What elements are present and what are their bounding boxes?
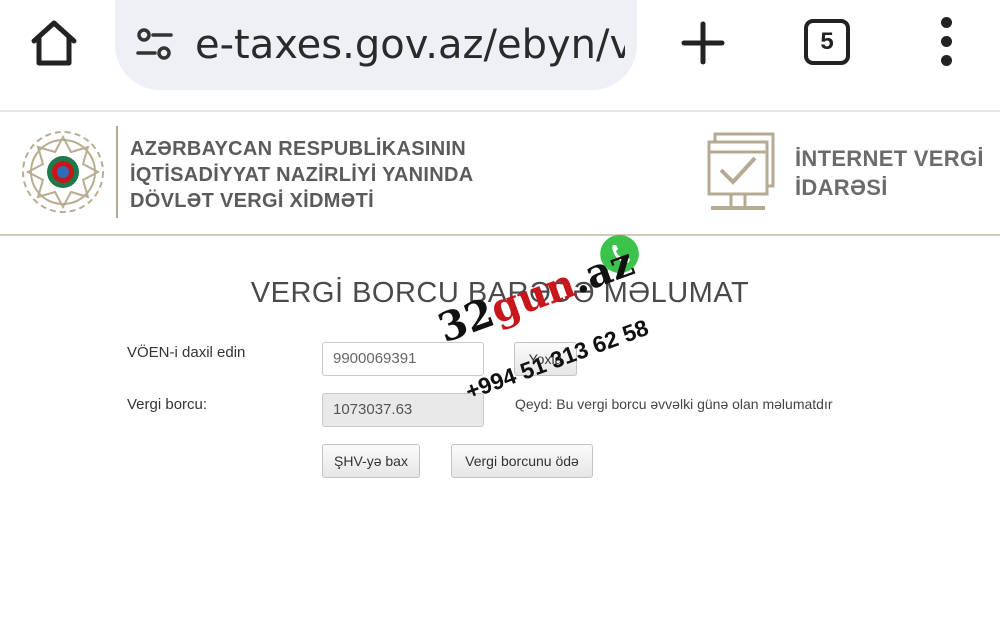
site-header: AZƏRBAYCAN RESPUBLİKASININ İQTİSADİYYAT … [0,112,1000,234]
header-bottom-line [0,234,1000,236]
debt-field: 1073037.63 [322,393,484,427]
whatsapp-icon [598,232,642,276]
org-line: İQTİSADİYYAT NAZİRLİYİ YANINDA [130,164,474,186]
debt-note: Qeyd: Bu vergi borcu əvvəlki günə olan m… [515,396,833,412]
pay-debt-button[interactable]: Vergi borcunu ödə [451,444,593,478]
address-bar[interactable]: e-taxes.gov.az/ebyn/v [115,0,637,90]
org-line: DÖVLƏT VERGİ XİDMƏTİ [130,190,374,212]
plus-icon[interactable] [680,20,726,66]
check-button[interactable]: Yoxla [514,342,577,376]
portal-line: İNTERNET VERGİ [795,146,984,171]
portal-line: İDARƏSİ [795,175,888,200]
emblem-icon [18,127,108,217]
tune-icon[interactable] [135,24,175,64]
more-vert-icon[interactable] [935,17,957,69]
org-line: AZƏRBAYCAN RESPUBLİKASININ [130,138,467,160]
organization-name: AZƏRBAYCAN RESPUBLİKASININ İQTİSADİYYAT … [130,136,474,214]
home-icon[interactable] [28,17,80,69]
tabs-icon[interactable]: 5 [804,19,850,65]
browser-toolbar: e-taxes.gov.az/ebyn/v 5 [0,0,1000,110]
voen-label: VÖEN-i daxil edin [127,344,246,361]
page-title: VERGİ BORCU BARƏDƏ MƏLUMAT [250,277,750,309]
debt-label: Vergi borcu: [127,396,208,413]
voen-input[interactable]: 9900069391 [322,342,484,376]
header-divider [116,126,118,218]
portal-title: İNTERNET VERGİ İDARƏSİ [795,144,984,202]
view-shv-button[interactable]: ŞHV-yə bax [322,444,420,478]
watermark: 32gun.az +994 51 313 62 58 [428,232,658,404]
monitor-check-icon [703,130,779,216]
url-text[interactable]: e-taxes.gov.az/ebyn/v [195,20,625,70]
